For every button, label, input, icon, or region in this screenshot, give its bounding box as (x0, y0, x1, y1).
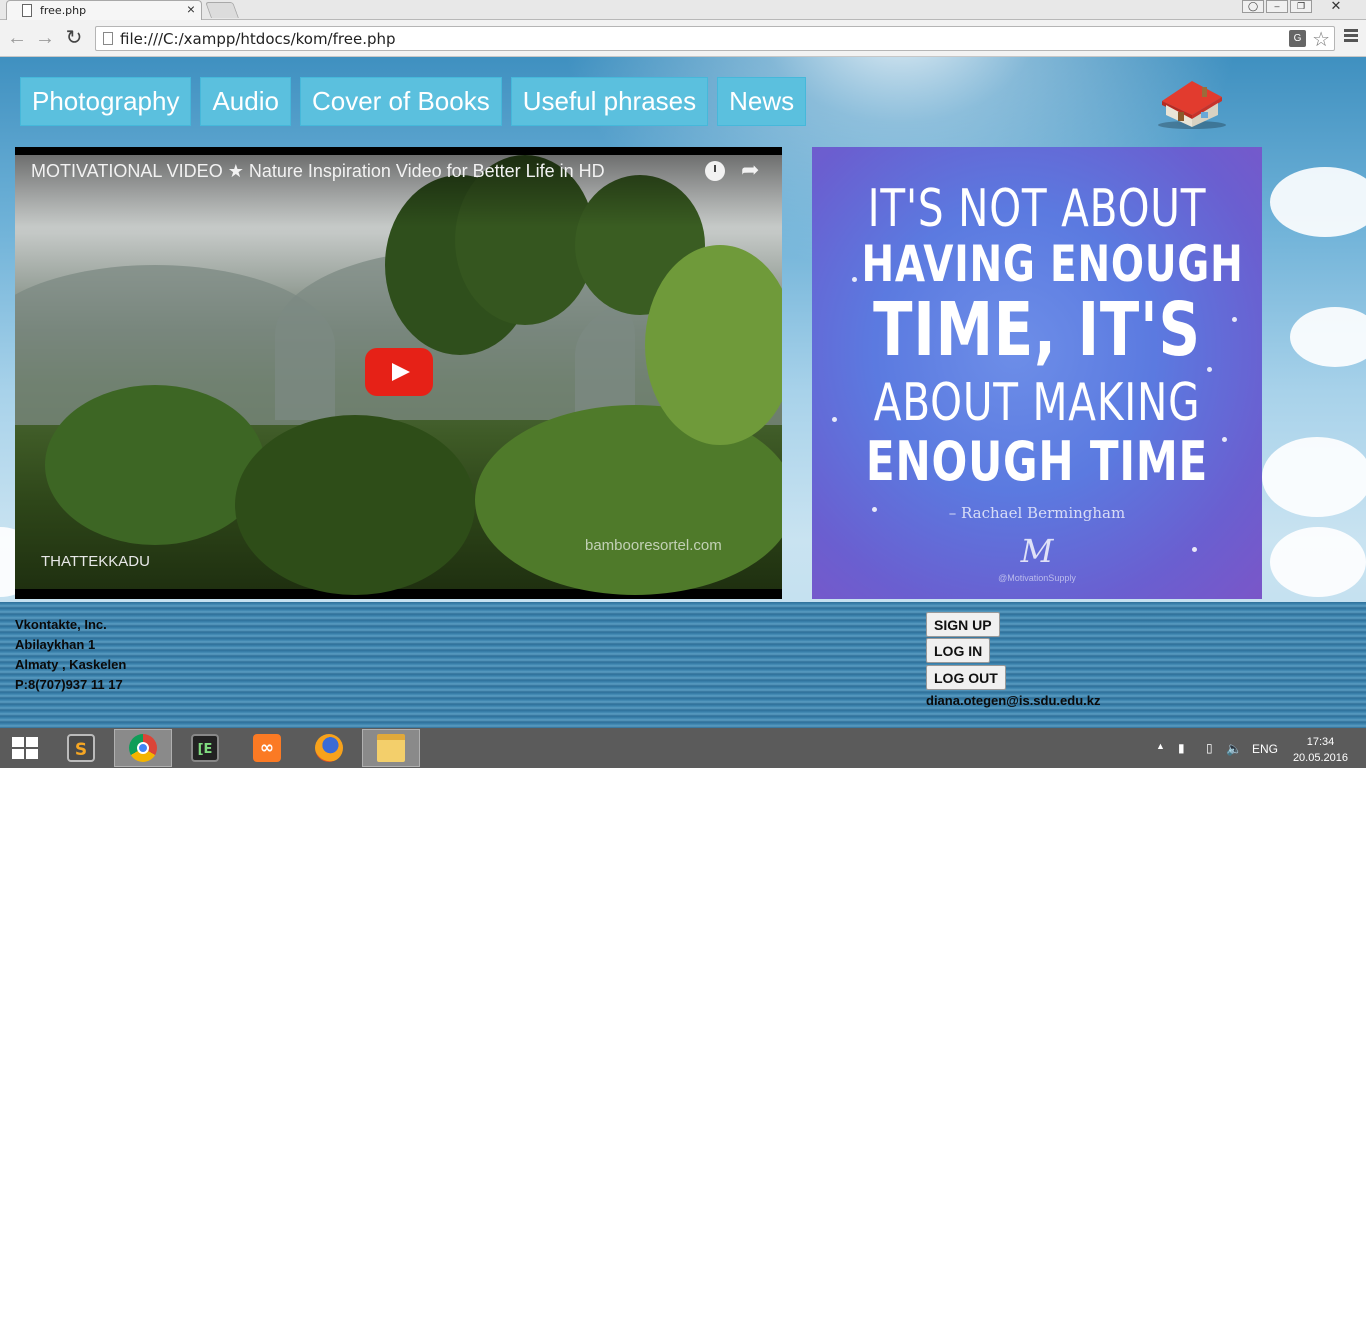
cloud (1290, 307, 1366, 367)
nav-news[interactable]: News (717, 77, 807, 126)
taskbar-xampp[interactable]: ∞ (238, 729, 296, 767)
cloud (1262, 437, 1366, 517)
quote-line-5: ENOUGH TIME (865, 430, 1209, 493)
nav-useful-phrases[interactable]: Useful phrases (510, 77, 709, 126)
taskbar: S [E ∞ ▲ ▮ ▯ 🔈 ENG 17:34 20.05.2016 (0, 728, 1366, 768)
folder-icon (377, 734, 405, 762)
tab-close-icon[interactable]: × (187, 1, 195, 17)
sparkle (832, 417, 837, 422)
reload-button[interactable]: ↻ (63, 27, 85, 49)
clock-time: 17:34 (1306, 736, 1335, 748)
taskbar-clock[interactable]: 17:34 20.05.2016 (1293, 734, 1348, 766)
battery-icon[interactable]: ▯ (1206, 741, 1213, 755)
start-button[interactable] (12, 737, 38, 759)
quote-image: IT'S NOT ABOUT HAVING ENOUGH TIME, IT'S … (812, 147, 1262, 599)
sparkle (1222, 437, 1227, 442)
address-city: Almaty , Kaskelen (15, 657, 127, 672)
quote-line-2: HAVING ENOUGH (861, 235, 1244, 293)
terminal-icon: [E (191, 734, 219, 762)
chrome-icon (129, 734, 157, 762)
volume-icon[interactable]: 🔈 (1226, 741, 1242, 757)
taskbar-sublime-text[interactable]: S (52, 729, 110, 767)
language-indicator[interactable]: ENG (1252, 742, 1278, 756)
video-player[interactable]: MOTIVATIONAL VIDEO ★ Nature Inspiration … (15, 147, 782, 599)
show-hidden-icons-icon[interactable]: ▲ (1156, 741, 1165, 751)
company-name: Vkontakte, Inc. (15, 617, 107, 632)
back-button[interactable]: ← (6, 27, 28, 49)
tab-strip: free.php × ◯ – ❐ ✕ (0, 0, 1366, 20)
quote-author: – Rachael Bermingham (948, 504, 1126, 522)
page-icon (22, 4, 32, 17)
tree-shape (45, 385, 265, 545)
translate-icon[interactable]: G (1289, 30, 1306, 47)
contact-email[interactable]: diana.otegen@is.sdu.edu.kz (926, 693, 1100, 708)
forward-button[interactable]: → (34, 27, 56, 49)
company-address: Vkontakte, Inc. Abilaykhan 1 Almaty , Ka… (15, 615, 126, 695)
sparkle (852, 277, 857, 282)
quote-line-3: TIME, IT'S (873, 287, 1201, 373)
minimize-button[interactable]: – (1266, 0, 1288, 13)
quote-watermark: @MotivationSupply (998, 573, 1076, 583)
quote-line-1: IT'S NOT ABOUT (867, 179, 1207, 239)
log-out-button[interactable]: LOG OUT (926, 665, 1006, 690)
main-nav: Photography Audio Cover of Books Useful … (20, 77, 807, 126)
cloud (1270, 527, 1366, 597)
bookmark-star-icon[interactable]: ☆ (1312, 27, 1330, 52)
sparkle (1232, 317, 1237, 322)
network-icon[interactable]: ▮ (1178, 741, 1185, 755)
clock-date: 20.05.2016 (1292, 752, 1348, 764)
tree-shape (235, 415, 475, 595)
page-icon (103, 32, 113, 45)
taskbar-file-explorer[interactable] (362, 729, 420, 767)
log-in-button[interactable]: LOG IN (926, 638, 991, 663)
video-watermark: bambooresortel.com (585, 537, 722, 554)
browser-tab[interactable]: free.php × (6, 0, 202, 20)
taskbar-terminal[interactable]: [E (176, 729, 234, 767)
sign-up-button[interactable]: SIGN UP (926, 612, 1000, 637)
system-tray: ▲ ▮ ▯ 🔈 ENG 17:34 20.05.2016 (1126, 728, 1366, 768)
footer: Vkontakte, Inc. Abilaykhan 1 Almaty , Ka… (0, 602, 1366, 728)
home-icon[interactable] (1152, 75, 1232, 129)
user-icon[interactable]: ◯ (1242, 0, 1264, 13)
page-content: Photography Audio Cover of Books Useful … (0, 57, 1366, 728)
taskbar-firefox[interactable] (300, 729, 358, 767)
play-button[interactable] (365, 348, 433, 396)
new-tab-button[interactable] (205, 2, 239, 18)
menu-icon[interactable] (1344, 29, 1358, 43)
taskbar-chrome[interactable] (114, 729, 172, 767)
video-title[interactable]: MOTIVATIONAL VIDEO ★ Nature Inspiration … (31, 161, 605, 182)
nav-audio[interactable]: Audio (200, 77, 291, 126)
video-location-caption: THATTEKKADU (41, 553, 150, 570)
video-title-shade (15, 147, 782, 227)
url-text[interactable]: file:///C:/xampp/htdocs/kom/free.php (120, 30, 396, 48)
quote-line-4: ABOUT MAKING (873, 373, 1201, 433)
nav-photography[interactable]: Photography (20, 77, 192, 126)
tree-shape (645, 245, 782, 445)
address-phone: P:8(707)937 11 17 (15, 677, 123, 692)
address-bar[interactable]: file:///C:/xampp/htdocs/kom/free.php G ☆ (95, 26, 1335, 51)
sublime-text-icon: S (67, 734, 95, 762)
nav-cover-of-books[interactable]: Cover of Books (299, 77, 502, 126)
window-controls: ◯ – ❐ ✕ (1242, 0, 1358, 13)
tab-title: free.php (40, 4, 87, 17)
watch-later-icon[interactable] (705, 161, 725, 181)
restore-button[interactable]: ❐ (1290, 0, 1312, 13)
xampp-icon: ∞ (253, 734, 281, 762)
close-window-button[interactable]: ✕ (1314, 0, 1358, 13)
quote-logo: M (1020, 532, 1054, 570)
firefox-icon (315, 734, 343, 762)
browser-toolbar: ← → ↻ file:///C:/xampp/htdocs/kom/free.p… (0, 20, 1366, 57)
address-street: Abilaykhan 1 (15, 637, 96, 652)
share-icon[interactable]: ➦ (741, 157, 759, 183)
